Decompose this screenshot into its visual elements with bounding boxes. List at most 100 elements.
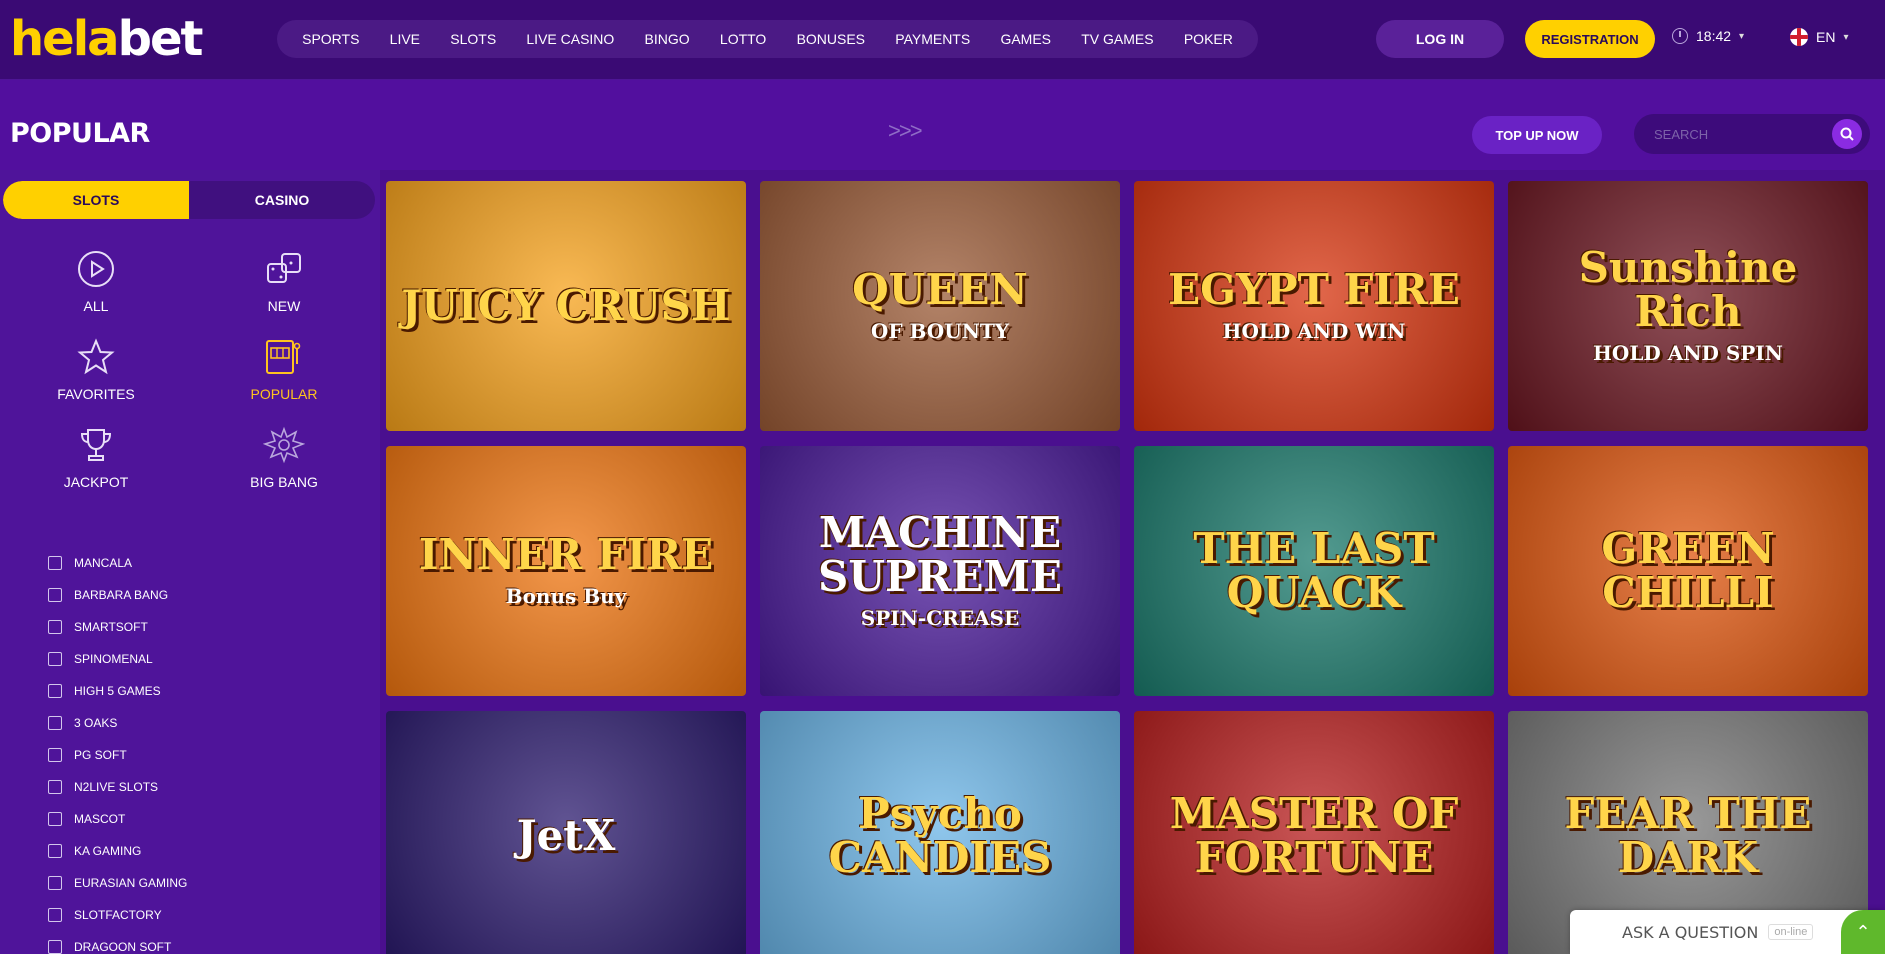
nav-games[interactable]: GAMES (1000, 31, 1051, 47)
game-card[interactable]: QUEEN OF BOUNTY (760, 181, 1120, 431)
arrows-icon: >>> (888, 118, 923, 143)
checkbox[interactable] (48, 908, 62, 922)
nav-tv-games[interactable]: TV GAMES (1081, 31, 1153, 47)
category-new[interactable]: NEW (224, 244, 344, 314)
tab-slots[interactable]: SLOTS (3, 181, 189, 219)
game-subtitle: Bonus Buy (505, 584, 627, 608)
checkbox[interactable] (48, 620, 62, 634)
game-title: GREEN CHILLI (1601, 524, 1775, 617)
provider-item[interactable]: 3 OAKS (48, 707, 187, 739)
nav-lotto[interactable]: LOTTO (720, 31, 766, 47)
game-card[interactable]: MASTER OF FORTUNE (1134, 711, 1494, 954)
star-icon (77, 338, 115, 375)
category-jackpot[interactable]: JACKPOT (36, 420, 156, 490)
search-box (1634, 114, 1870, 154)
provider-item[interactable]: N2LIVE SLOTS (48, 771, 187, 803)
game-card[interactable]: JetX (386, 711, 746, 954)
provider-item[interactable]: HIGH 5 GAMES (48, 675, 187, 707)
top-up-button[interactable]: TOP UP NOW (1472, 116, 1602, 154)
dice-icon (267, 253, 301, 283)
game-title: JetX (516, 811, 616, 860)
game-grid: JUICY CRUSH QUEEN OF BOUNTY EGYPT FIRE HOLD … (386, 181, 1871, 954)
game-type-tabs: SLOTS CASINO (3, 181, 375, 219)
checkbox[interactable] (48, 844, 62, 858)
nav-bonuses[interactable]: BONUSES (797, 31, 865, 47)
game-title: FEAR THE DARK (1564, 789, 1812, 882)
nav-bingo[interactable]: BINGO (645, 31, 690, 47)
game-title: EGYPT FIRE HOLD AND WIN (1168, 265, 1460, 344)
game-card[interactable]: GREEN CHILLI (1508, 446, 1868, 696)
category-all[interactable]: ALL (36, 244, 156, 314)
nav-live[interactable]: LIVE (390, 31, 420, 47)
checkbox[interactable] (48, 652, 62, 666)
provider-item[interactable]: PG SOFT (48, 739, 187, 771)
search-input[interactable] (1654, 126, 1814, 142)
provider-item[interactable]: MASCOT (48, 803, 187, 835)
main-nav: SPORTS LIVE SLOTS LIVE CASINO BINGO LOTT… (277, 20, 1258, 58)
login-button[interactable]: LOG IN (1376, 20, 1504, 58)
provider-item[interactable]: KA GAMING (48, 835, 187, 867)
provider-item[interactable]: SPINOMENAL (48, 643, 187, 675)
checkbox[interactable] (48, 780, 62, 794)
tab-casino[interactable]: CASINO (189, 181, 375, 219)
game-card[interactable]: JUICY CRUSH (386, 181, 746, 431)
slot-machine-icon (266, 340, 301, 374)
category-big-bang[interactable]: BIG BANG (224, 420, 344, 490)
provider-filter-list: MANCALA BARBARA BANG SMARTSOFT SPINOMENA… (48, 547, 187, 954)
chevron-down-icon: ▾ (1739, 30, 1745, 42)
category-label: ALL (83, 298, 109, 314)
category-label: POPULAR (250, 386, 318, 402)
nav-poker[interactable]: POKER (1184, 31, 1233, 47)
clock-icon (1672, 28, 1688, 44)
provider-item[interactable]: MANCALA (48, 547, 187, 579)
search-button[interactable] (1832, 119, 1862, 149)
checkbox[interactable] (48, 716, 62, 730)
game-card[interactable]: THE LAST QUACK (1134, 446, 1494, 696)
game-subtitle: SPIN-CREASE (860, 606, 1020, 630)
top-bar: helabet SPORTS LIVE SLOTS LIVE CASINO BI… (0, 0, 1885, 80)
checkbox[interactable] (48, 940, 62, 954)
game-card[interactable]: Sunshine Rich HOLD AND SPIN (1508, 181, 1868, 431)
category-favorites[interactable]: FAVORITES (36, 332, 156, 402)
checkbox[interactable] (48, 876, 62, 890)
game-title: Psycho CANDIES (828, 789, 1052, 882)
checkbox[interactable] (48, 588, 62, 602)
category-label: FAVORITES (57, 386, 135, 402)
game-title: MACHINE SUPREME SPIN-CREASE (760, 511, 1120, 631)
ask-question-widget[interactable]: ASK A QUESTION on-line ⌃ (1570, 910, 1885, 954)
category-label: BIG BANG (250, 474, 318, 490)
nav-payments[interactable]: PAYMENTS (895, 31, 970, 47)
search-icon (1840, 127, 1854, 141)
provider-item[interactable]: BARBARA BANG (48, 579, 187, 611)
nav-sports[interactable]: SPORTS (302, 31, 359, 47)
provider-item[interactable]: SLOTFACTORY (48, 899, 187, 931)
game-card[interactable]: EGYPT FIRE HOLD AND WIN (1134, 181, 1494, 431)
game-card[interactable]: Psycho CANDIES (760, 711, 1120, 954)
checkbox[interactable] (48, 748, 62, 762)
big-bang-icon (263, 426, 305, 464)
checkbox[interactable] (48, 684, 62, 698)
category-popular[interactable]: POPULAR (224, 332, 344, 402)
game-title: JUICY CRUSH (401, 281, 731, 330)
checkbox[interactable] (48, 556, 62, 570)
time-display: 18:42 (1696, 28, 1732, 44)
game-title: INNER FIRE Bonus Buy (418, 530, 714, 609)
category-label: JACKPOT (63, 474, 129, 490)
clock[interactable]: 18:42 ▾ (1672, 28, 1744, 44)
uk-flag-icon (1790, 28, 1808, 46)
nav-slots[interactable]: SLOTS (450, 31, 496, 47)
chevron-down-icon: ▾ (1843, 31, 1849, 43)
game-title: THE LAST QUACK (1193, 524, 1435, 617)
game-card[interactable]: INNER FIRE Bonus Buy (386, 446, 746, 696)
provider-item[interactable]: SMARTSOFT (48, 611, 187, 643)
provider-item[interactable]: DRAGOON SOFT (48, 931, 187, 954)
nav-live-casino[interactable]: LIVE CASINO (526, 31, 614, 47)
registration-button[interactable]: REGISTRATION (1525, 20, 1655, 58)
expand-up-icon[interactable]: ⌃ (1841, 910, 1885, 954)
logo[interactable]: helabet (10, 10, 203, 68)
language-selector[interactable]: EN ▾ (1790, 28, 1848, 46)
game-card[interactable]: MACHINE SUPREME SPIN-CREASE (760, 446, 1120, 696)
checkbox[interactable] (48, 812, 62, 826)
game-title: QUEEN OF BOUNTY (852, 265, 1028, 344)
provider-item[interactable]: EURASIAN GAMING (48, 867, 187, 899)
